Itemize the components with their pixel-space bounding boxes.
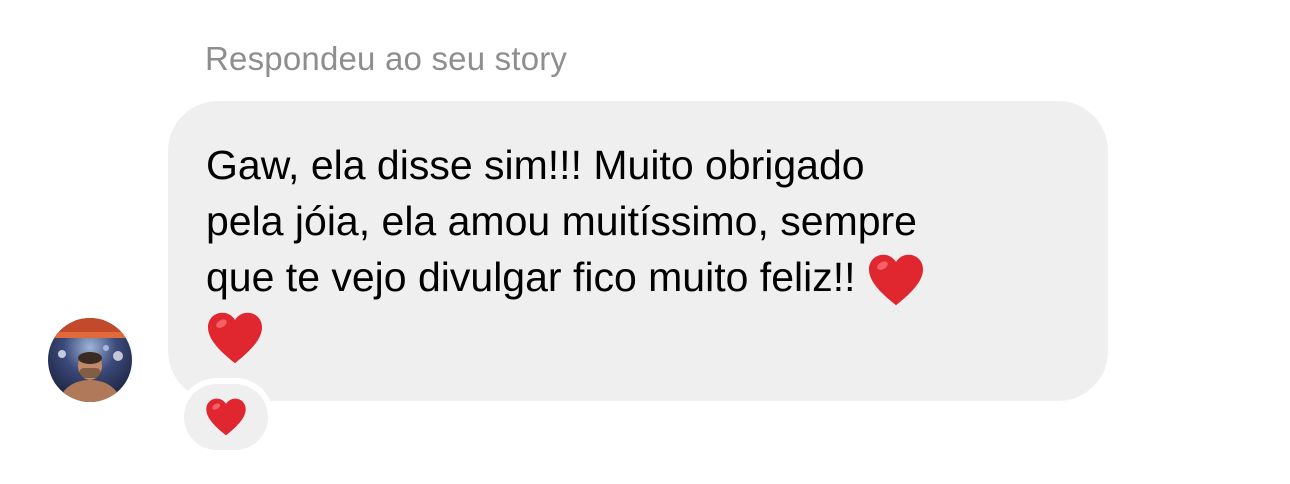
message-text-line-content: que te vejo divulgar fico muito feliz!! xyxy=(206,254,856,300)
red-heart-icon xyxy=(206,311,264,365)
sender-avatar[interactable] xyxy=(48,318,132,402)
red-heart-icon xyxy=(867,253,925,307)
red-heart-icon xyxy=(205,397,247,437)
message-text-line: que te vejo divulgar fico muito feliz!! xyxy=(206,249,1068,307)
reply-context-label: Respondeu ao seu story xyxy=(205,40,568,77)
message-text-line xyxy=(206,307,1068,365)
message-text: Gaw, ela disse sim!!! Muito obrigado pel… xyxy=(206,137,1068,365)
avatar-photo xyxy=(48,318,132,402)
message-text-line: Gaw, ela disse sim!!! Muito obrigado xyxy=(206,142,865,188)
message-bubble[interactable]: Gaw, ela disse sim!!! Muito obrigado pel… xyxy=(168,101,1108,401)
reaction-pill xyxy=(184,384,268,450)
reaction-badge[interactable] xyxy=(178,378,274,456)
message-text-line: pela jóia, ela amou muitíssimo, sempre xyxy=(206,198,917,244)
message-thread: Respondeu ao seu story Gaw, ela disse si… xyxy=(0,0,1290,484)
